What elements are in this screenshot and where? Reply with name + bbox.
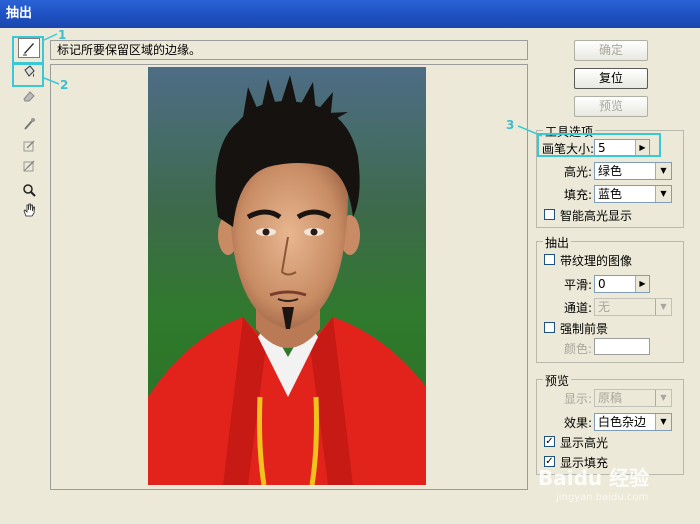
watermark: Baidu 经验: [538, 466, 650, 490]
watermark-sub: jingyan.baidu.com: [556, 492, 649, 503]
annotation-leaders: [43, 33, 543, 137]
